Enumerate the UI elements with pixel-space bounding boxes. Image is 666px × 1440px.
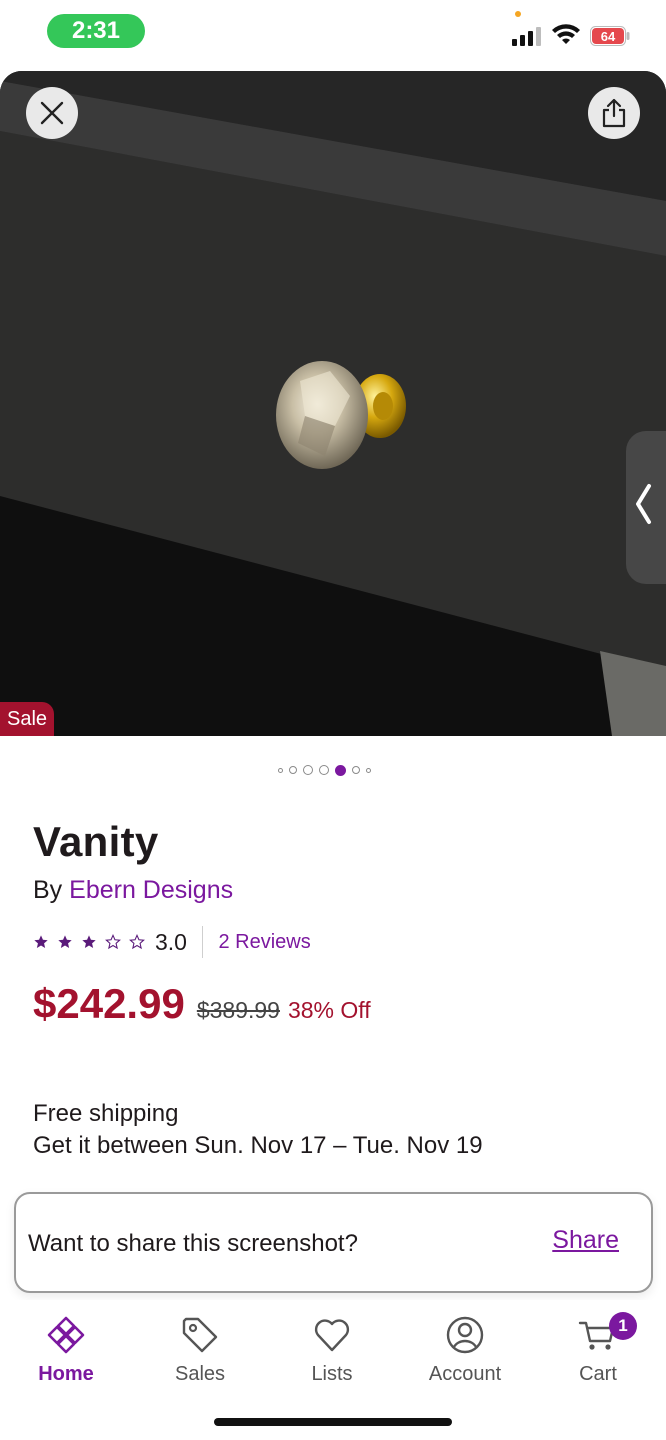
heart-icon: [314, 1319, 350, 1352]
battery-level: 64: [601, 29, 616, 44]
price-row: $242.99 $389.99 38% Off: [33, 980, 371, 1028]
nav-home[interactable]: Home: [11, 1315, 121, 1386]
brand-line: By Ebern Designs: [33, 876, 233, 905]
star-filled-icon: [34, 935, 48, 948]
nav-lists-label: Lists: [311, 1363, 353, 1385]
nav-sales[interactable]: Sales: [145, 1315, 255, 1386]
sale-price: $242.99: [33, 980, 185, 1027]
product-title: Vanity: [33, 818, 159, 865]
account-icon: [446, 1316, 484, 1354]
privacy-indicator: [515, 11, 521, 17]
battery-icon: 64: [590, 26, 630, 46]
carousel-dot-active[interactable]: [335, 764, 346, 776]
star-empty-icon: [129, 934, 145, 950]
brand-prefix: By: [33, 876, 63, 904]
home-indicator[interactable]: [214, 1418, 452, 1426]
share-button[interactable]: [588, 87, 640, 139]
carousel-side-handle[interactable]: [626, 431, 666, 584]
nav-account-label: Account: [428, 1363, 502, 1385]
brand-link[interactable]: Ebern Designs: [69, 876, 233, 904]
signal-icon: [512, 27, 541, 46]
carousel-dot[interactable]: [289, 766, 297, 774]
nav-lists[interactable]: Lists: [277, 1315, 387, 1386]
reviews-link[interactable]: 2 Reviews: [218, 931, 310, 954]
status-time: 2:31: [47, 14, 145, 48]
carousel-indicator[interactable]: [278, 762, 371, 778]
tag-icon: [182, 1317, 218, 1353]
wifi-icon: [552, 24, 580, 44]
carousel-dot[interactable]: [303, 765, 313, 775]
carousel-dot[interactable]: [319, 765, 329, 775]
status-bar: 2:31 64: [0, 0, 666, 68]
shipping-label: Free shipping: [33, 1100, 179, 1127]
cart-count-badge: 1: [609, 1312, 637, 1340]
share-screenshot-toast: Want to share this screenshot? Share: [14, 1192, 653, 1293]
product-photo: [0, 71, 666, 736]
home-icon: [47, 1316, 85, 1354]
product-image-carousel[interactable]: Sale: [0, 71, 666, 736]
carousel-dot[interactable]: [278, 767, 283, 773]
star-rating: [33, 934, 145, 950]
star-filled-icon: [82, 935, 96, 948]
sale-badge: Sale: [0, 702, 55, 736]
star-empty-icon: [105, 934, 121, 950]
rating-value: 3.0: [155, 928, 187, 955]
close-button[interactable]: [26, 87, 78, 139]
nav-home-label: Home: [38, 1363, 94, 1385]
discount-label: 38% Off: [287, 997, 371, 1023]
carousel-dot[interactable]: [366, 767, 371, 773]
star-filled-icon: [58, 935, 72, 948]
delivery-estimate: Get it between Sun. Nov 17 – Tue. Nov 19: [33, 1132, 483, 1159]
rating-row[interactable]: 3.0 2 Reviews: [33, 926, 311, 958]
toast-share-button[interactable]: Share: [552, 1226, 619, 1255]
toast-message: Want to share this screenshot?: [28, 1230, 358, 1257]
chevron-left-icon: [636, 484, 651, 524]
close-icon: [40, 101, 64, 125]
carousel-dot[interactable]: [352, 766, 360, 774]
share-icon: [602, 98, 626, 128]
nav-cart-label: Cart: [579, 1363, 617, 1385]
rating-divider: [201, 926, 204, 958]
nav-sales-label: Sales: [174, 1363, 226, 1385]
nav-account[interactable]: Account: [410, 1315, 520, 1386]
original-price: $389.99: [196, 997, 280, 1023]
